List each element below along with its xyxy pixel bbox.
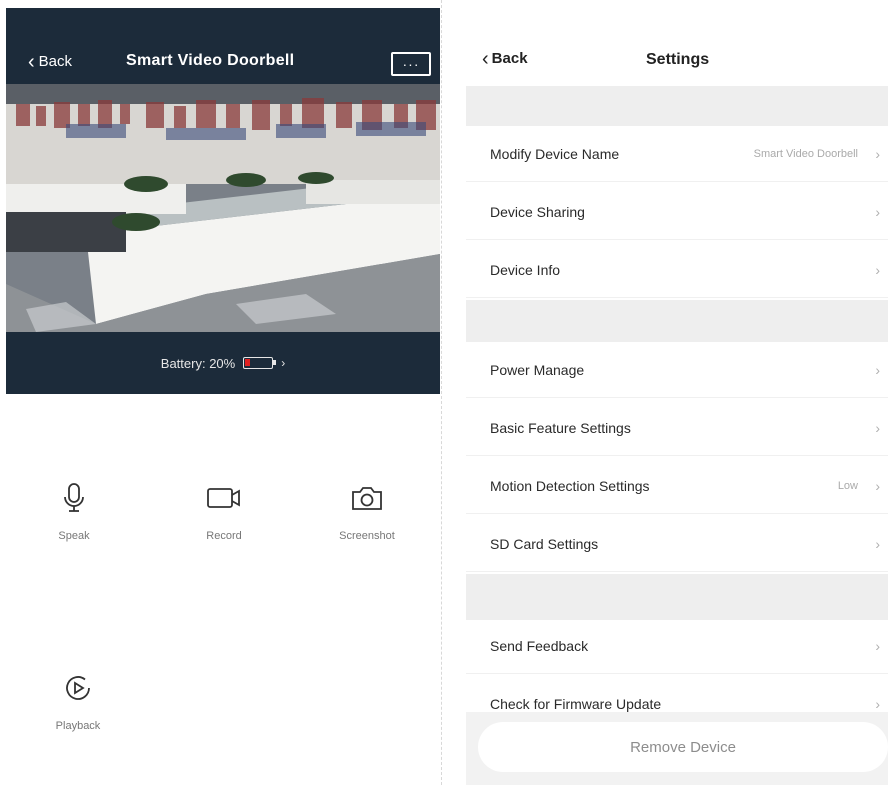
speak-label: Speak (58, 530, 90, 542)
battery-icon (243, 357, 277, 369)
chevron-right-icon: › (875, 145, 880, 162)
back-button[interactable]: ‹ Back (28, 50, 73, 73)
office-scene-image (6, 84, 440, 332)
modify-device-name-row[interactable]: Modify Device Name Smart Video Doorbell … (466, 126, 888, 182)
page-title: Smart Video Doorbell (126, 52, 295, 69)
basic-feature-settings-row[interactable]: Basic Feature Settings › (466, 400, 888, 456)
record-label: Record (206, 530, 242, 542)
chevron-left-icon: ‹ (28, 50, 35, 73)
chevron-right-icon: › (875, 361, 880, 378)
more-options-button[interactable]: ··· (391, 52, 431, 76)
sd-card-settings-row[interactable]: SD Card Settings › (466, 516, 888, 572)
row-label: Check for Firmware Update (490, 695, 662, 712)
device-info-row[interactable]: Device Info › (466, 242, 888, 298)
power-manage-row[interactable]: Power Manage › (466, 342, 888, 398)
live-video-feed[interactable] (6, 84, 440, 332)
video-camera-icon (204, 478, 244, 518)
row-label: Send Feedback (490, 637, 589, 654)
camera-icon (347, 478, 387, 518)
send-feedback-row[interactable]: Send Feedback › (466, 618, 888, 674)
device-sharing-row[interactable]: Device Sharing › (466, 184, 888, 240)
row-label: Basic Feature Settings (490, 419, 631, 436)
row-label: Power Manage (490, 361, 585, 378)
page-title: Settings (646, 51, 710, 68)
chevron-right-icon: › (875, 695, 880, 712)
row-label: Device Sharing (490, 203, 585, 220)
back-button[interactable]: ‹ Back (482, 47, 528, 70)
chevron-right-icon: › (875, 419, 880, 436)
battery-tip (273, 360, 277, 365)
back-label: Back (491, 50, 528, 67)
play-circle-icon (58, 668, 98, 708)
battery-level-fill (245, 359, 251, 366)
remove-device-button[interactable]: Remove Device (478, 722, 888, 772)
chevron-right-icon: › (875, 535, 880, 552)
screenshot-button[interactable]: Screenshot (312, 478, 422, 542)
settings-header: ‹ Back Settings (466, 30, 888, 86)
chevron-right-icon: › (875, 203, 880, 220)
chevron-left-icon: ‹ (482, 47, 489, 70)
camera-screen: ‹ Back Smart Video Doorbell ··· Battery:… (0, 0, 440, 785)
section-divider (466, 86, 888, 126)
row-label: Motion Detection Settings (490, 477, 650, 494)
back-label: Back (38, 53, 73, 70)
row-value: Smart Video Doorbell (753, 147, 858, 160)
screenshot-label: Screenshot (339, 530, 395, 542)
section-divider (466, 300, 888, 342)
settings-screen: ‹ Back Settings Modify Device Name Smart… (466, 0, 888, 785)
remove-device-area: Remove Device (466, 712, 888, 785)
row-label: SD Card Settings (490, 535, 599, 552)
battery-label: Battery: 20% (160, 355, 236, 371)
motion-detection-settings-row[interactable]: Motion Detection Settings Low › (466, 458, 888, 514)
row-label: Modify Device Name (490, 145, 620, 162)
microphone-icon (54, 478, 94, 518)
chevron-right-icon: › (875, 637, 880, 654)
playback-button[interactable]: Playback (23, 668, 133, 732)
row-label: Device Info (490, 261, 561, 278)
playback-label: Playback (55, 720, 101, 732)
chevron-right-icon: › (875, 261, 880, 278)
record-button[interactable]: Record (169, 478, 279, 542)
chevron-right-icon: › (281, 356, 286, 370)
speak-button[interactable]: Speak (19, 478, 129, 542)
section-divider (466, 574, 888, 620)
more-icon: ··· (402, 56, 420, 72)
divider (441, 0, 443, 785)
battery-status-bar[interactable]: Battery: 20% › (6, 332, 440, 394)
chevron-right-icon: › (875, 477, 880, 494)
row-value: Low (837, 479, 858, 492)
